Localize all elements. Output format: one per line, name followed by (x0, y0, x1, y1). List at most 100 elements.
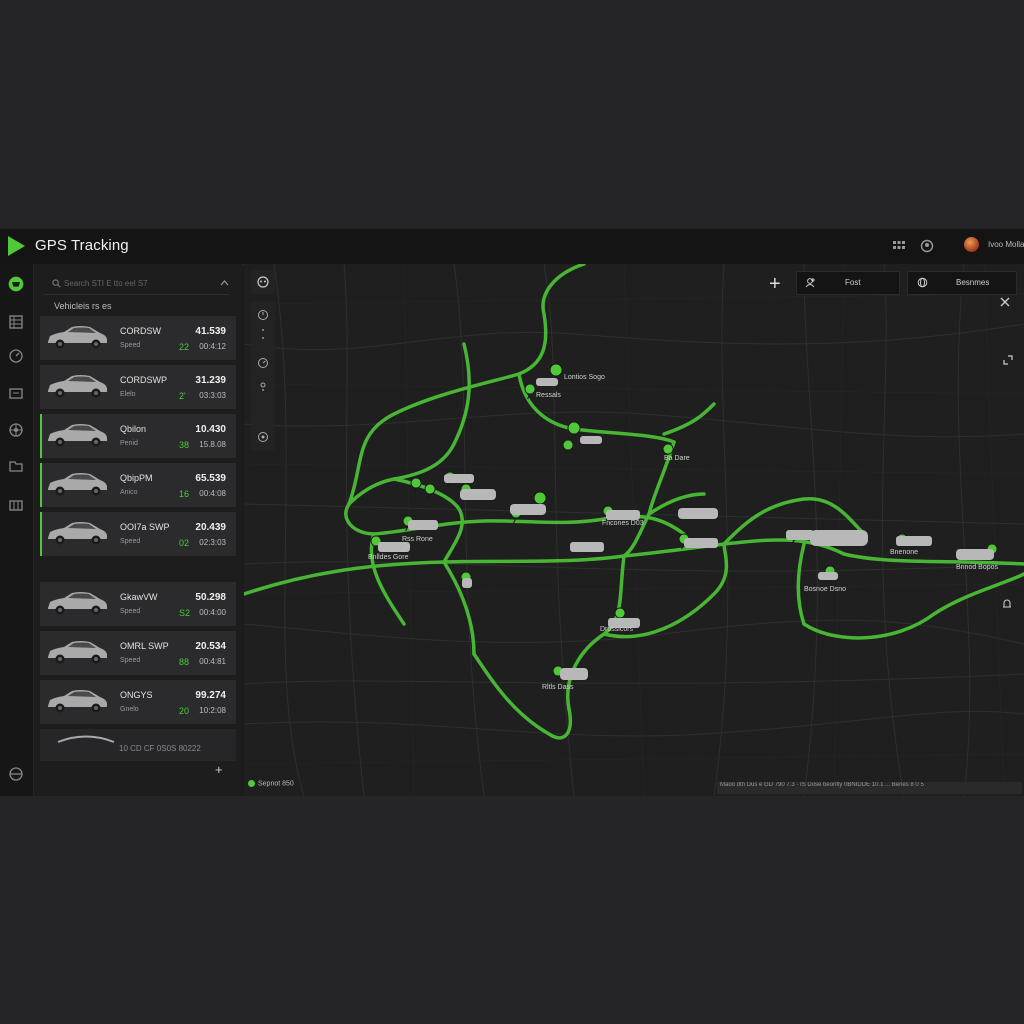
fost-button[interactable]: Fost (796, 271, 900, 295)
eye-icon (257, 276, 269, 288)
section-label: Vehicleis rs es (54, 301, 112, 311)
map-label: Drossicors (600, 626, 634, 633)
car-icon (44, 324, 110, 355)
wheel-icon (9, 423, 23, 437)
sidebar-item-dashboard[interactable] (4, 272, 28, 296)
gauge-icon[interactable] (257, 357, 269, 369)
toolbar-dot (262, 329, 264, 331)
car-icon (44, 373, 110, 404)
vehicle-time: 00:4:08 (199, 489, 226, 498)
vehicle-time: 02:3:03 (199, 538, 226, 547)
besnmes-button-label: Besnmes (956, 278, 990, 287)
map-pin-icon (8, 276, 24, 292)
car-thumbnail (48, 592, 107, 615)
bell-icon[interactable] (1001, 598, 1013, 610)
vehicle-value: 50.298 (195, 592, 226, 603)
vehicle-status-accent (40, 463, 42, 507)
vehicle-subtitle: Speed (120, 608, 141, 615)
vehicle-name: GkawVW (120, 592, 158, 602)
vehicle-card[interactable]: CORDSW Speed 41.539 22 00:4:12 (40, 316, 236, 360)
monitor-icon (9, 388, 23, 399)
vehicle-card[interactable]: GkawVW Speed 50.298 S2 00:4:00 (40, 582, 236, 626)
map-brand: Sepnot 850 (248, 780, 294, 787)
car-thumbnail (48, 641, 107, 664)
globe-icon (917, 277, 928, 288)
grid-icon[interactable] (892, 239, 906, 253)
sidebar-item-screen[interactable] (6, 384, 26, 404)
sidebar-item-reports[interactable] (6, 312, 26, 332)
vehicle-name: OOI7a SWP (120, 522, 170, 532)
vehicle-value: 20.439 (195, 522, 226, 533)
map-label: Bosnoe Dsno (804, 586, 847, 593)
car-icon (44, 590, 110, 621)
add-vehicle-button[interactable]: + (215, 762, 223, 777)
vehicle-value: 41.539 (195, 326, 226, 337)
map-canvas[interactable] (244, 264, 1024, 796)
table-icon (9, 315, 23, 329)
vehicle-time: 00:4:81 (199, 657, 226, 666)
clock-icon[interactable] (257, 309, 269, 321)
vehicle-status-accent (40, 512, 42, 556)
vehicle-name: Qbilon (120, 424, 147, 434)
add-button[interactable]: + (769, 273, 781, 296)
car-thumbnail (48, 375, 107, 398)
sidebar-item-wheel[interactable] (6, 420, 26, 440)
location-icon[interactable] (258, 381, 268, 391)
vehicle-subtitle: Anico (120, 489, 138, 496)
vehicle-card[interactable]: ONGYS Gnelo 99.274 20 10:2:08 (40, 680, 236, 724)
car-icon (44, 471, 110, 502)
map-label: Bnnod Bopos (956, 564, 999, 571)
vehicle-value: 99.274 (195, 690, 226, 701)
brand-dot-icon (248, 780, 255, 787)
vehicle-status-accent (40, 414, 42, 458)
vehicle-time: 00:4:12 (199, 342, 226, 351)
chevron-up-icon[interactable] (220, 280, 229, 286)
map-label: Rltls Dass (542, 684, 574, 691)
toolbar-dot (262, 337, 264, 339)
vehicle-name: CORDSWP (120, 375, 167, 385)
vehicle-count: 88 (179, 657, 190, 667)
sidebar (0, 264, 34, 796)
sidebar-item-transit[interactable] (6, 764, 26, 784)
sidebar-item-media[interactable] (6, 456, 26, 476)
vehicle-card[interactable]: Qbilon Penid 10.430 38 15.8.08 (40, 414, 236, 458)
close-icon[interactable] (1000, 297, 1010, 307)
car-icon (44, 688, 110, 719)
map-view-toggle[interactable] (251, 270, 275, 294)
app-title: GPS Tracking (35, 237, 129, 254)
car-thumbnail (48, 690, 107, 713)
vehicle-card[interactable]: CORDSWP Elelo 31.239 2' 03:3:03 (40, 365, 236, 409)
user-name[interactable]: Ivoo Mollar (988, 240, 1024, 249)
vehicle-time: 15.8.08 (199, 440, 226, 449)
car-icon (44, 639, 110, 670)
search-icon (52, 279, 61, 288)
car-thumbnail (48, 326, 107, 349)
vehicle-count: S2 (179, 608, 191, 618)
folder-icon (9, 461, 23, 472)
vehicle-count: 22 (179, 342, 190, 352)
search-bar[interactable]: Search STI E tto eel S7 (44, 276, 229, 295)
building-icon (9, 500, 23, 511)
vehicle-value: 20.534 (195, 641, 226, 652)
vehicle-subtitle: Gnelo (120, 706, 139, 713)
sidebar-item-garage[interactable] (6, 494, 26, 514)
settings-icon[interactable] (257, 431, 269, 443)
add-user-icon (805, 278, 815, 288)
user-circle-icon[interactable] (920, 239, 934, 253)
map-brand-text: Sepnot 850 (258, 780, 294, 788)
vehicle-value: 65.539 (195, 473, 226, 484)
vehicle-card[interactable]: QbipPM Anico 65.539 16 00:4:08 (40, 463, 236, 507)
besnmes-button[interactable]: Besnmes (907, 271, 1017, 295)
vehicle-card[interactable]: OMRL SWP Speed 20.534 88 00:4:81 (40, 631, 236, 675)
map-view[interactable]: + Fost Besnmes Lontios Sogo Ressals Ba D… (244, 264, 1024, 796)
vehicle-name: QbipPM (120, 473, 153, 483)
vehicle-value: 10.430 (195, 424, 226, 435)
sidebar-item-speed[interactable] (6, 346, 26, 366)
avatar-icon[interactable] (964, 237, 979, 252)
car-icon (44, 520, 110, 551)
search-input[interactable]: Search STI E tto eel S7 (64, 279, 148, 288)
vehicle-count: 16 (179, 489, 190, 499)
expand-icon[interactable] (1002, 354, 1014, 366)
vehicle-card[interactable]: OOI7a SWP Speed 20.439 02 02:3:03 (40, 512, 236, 556)
vehicle-count: 38 (179, 440, 190, 450)
